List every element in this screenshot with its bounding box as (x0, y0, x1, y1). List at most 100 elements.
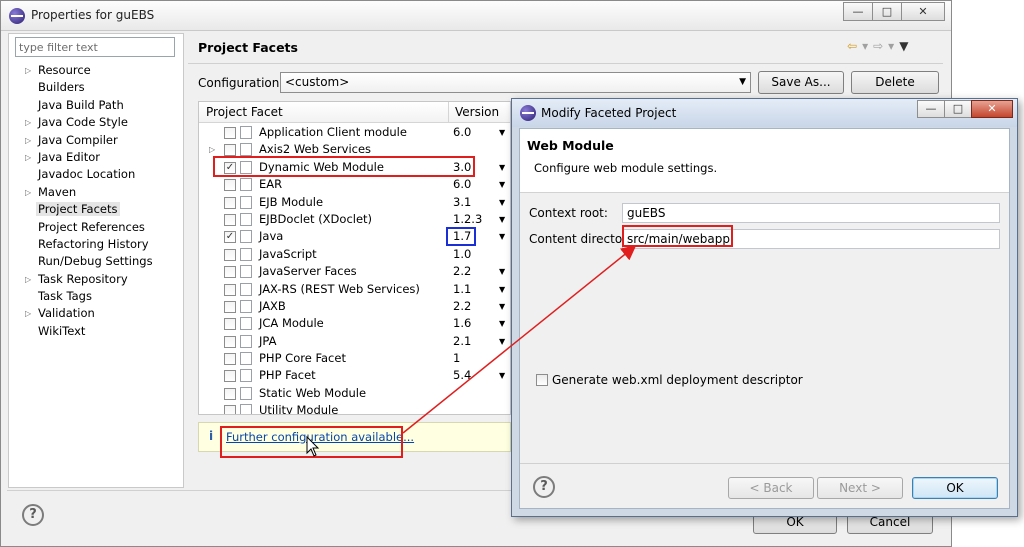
facet-checkbox[interactable] (224, 144, 236, 157)
facet-checkbox[interactable] (224, 387, 236, 400)
facet-checkbox[interactable] (224, 318, 236, 331)
facet-checkbox[interactable] (224, 370, 236, 383)
expand-arrow-icon[interactable]: ▷ (25, 271, 31, 288)
chevron-down-icon[interactable]: ▼ (499, 159, 505, 176)
facet-checkbox[interactable] (224, 300, 236, 313)
facet-checkbox[interactable] (224, 196, 236, 209)
dialog-maximize-button[interactable]: □ (944, 100, 972, 118)
nav-item[interactable]: ▷ Validation (9, 305, 185, 322)
chevron-down-icon[interactable]: ▼ (499, 367, 505, 384)
column-header-facet[interactable]: Project Facet (206, 105, 283, 119)
filter-input[interactable] (15, 37, 175, 57)
expand-arrow-icon[interactable]: ▷ (25, 305, 31, 322)
configuration-select[interactable]: <custom> ▼ (280, 72, 751, 93)
nav-item[interactable]: Java Build Path (9, 97, 185, 114)
nav-item[interactable]: Project References (9, 219, 185, 236)
facet-checkbox[interactable] (224, 179, 236, 192)
expand-arrow-icon[interactable]: ▷ (25, 62, 31, 79)
chevron-down-icon[interactable]: ▾ (888, 39, 894, 53)
nav-item[interactable]: ▷ Resource (9, 62, 185, 79)
table-row[interactable]: JavaScript 1.0 (199, 246, 510, 263)
chevron-down-icon[interactable]: ▼ (499, 124, 505, 141)
table-row[interactable]: EJBDoclet (XDoclet) 1.2.3 ▼ (199, 211, 510, 228)
back-button[interactable]: < Back (728, 477, 814, 499)
expand-arrow-icon[interactable]: ▷ (25, 184, 31, 201)
facet-version[interactable]: 6.0 (453, 176, 471, 193)
table-row[interactable]: JCA Module 1.6 ▼ (199, 315, 510, 332)
facet-checkbox[interactable] (224, 213, 236, 226)
table-row[interactable]: EJB Module 3.1 ▼ (199, 194, 510, 211)
chevron-down-icon[interactable]: ▼ (499, 228, 505, 245)
table-row[interactable]: JAX-RS (REST Web Services) 1.1 ▼ (199, 281, 510, 298)
maximize-button[interactable]: □ (872, 2, 902, 21)
help-icon[interactable]: ? (533, 476, 555, 498)
facet-checkbox[interactable] (224, 283, 236, 296)
table-row[interactable]: JPA 2.1 ▼ (199, 333, 510, 350)
facet-checkbox[interactable] (224, 127, 236, 139)
back-arrow-icon[interactable]: ⇦ (847, 39, 857, 53)
nav-item[interactable]: WikiText (9, 323, 185, 340)
table-row[interactable]: Static Web Module (199, 385, 510, 402)
table-row[interactable]: JAXB 2.2 ▼ (199, 298, 510, 315)
help-icon[interactable]: ? (22, 504, 44, 526)
column-header-version[interactable]: Version (455, 105, 499, 119)
forward-arrow-icon[interactable]: ⇨ (873, 39, 883, 53)
chevron-down-icon[interactable]: ▼ (499, 281, 505, 298)
facet-version[interactable]: 5.4 (453, 367, 471, 384)
nav-item[interactable]: Task Tags (9, 288, 185, 305)
table-row[interactable]: EAR 6.0 ▼ (199, 176, 510, 193)
table-row[interactable]: Utility Module (199, 402, 510, 414)
facet-version[interactable]: 1.6 (453, 315, 471, 332)
facet-version[interactable]: 2.2 (453, 298, 471, 315)
chevron-down-icon[interactable]: ▼ (499, 194, 505, 211)
chevron-down-icon[interactable]: ▼ (499, 333, 505, 350)
save-as-button[interactable]: Save As... (758, 71, 844, 94)
table-row[interactable]: Application Client module 6.0 ▼ (199, 124, 510, 141)
chevron-down-icon[interactable]: ▼ (499, 298, 505, 315)
facet-checkbox[interactable] (224, 266, 236, 279)
facet-version[interactable]: 6.0 (453, 124, 471, 141)
facet-checkbox[interactable] (224, 335, 236, 348)
table-row[interactable]: PHP Core Facet 1 (199, 350, 510, 367)
nav-item[interactable]: Run/Debug Settings (9, 253, 185, 270)
facet-checkbox[interactable] (224, 248, 236, 261)
generate-descriptor-checkbox[interactable] (536, 374, 548, 386)
chevron-down-icon[interactable]: ▾ (862, 39, 868, 53)
nav-item[interactable]: ▷ Java Code Style (9, 114, 185, 131)
nav-item[interactable]: Project Facets (9, 201, 185, 218)
table-row[interactable]: PHP Facet 5.4 ▼ (199, 367, 510, 384)
chevron-down-icon[interactable]: ▼ (499, 211, 505, 228)
chevron-down-icon[interactable]: ▼ (499, 315, 505, 332)
close-button[interactable]: ✕ (901, 2, 945, 21)
context-root-input[interactable] (622, 203, 1000, 223)
facet-version[interactable]: 1.0 (453, 246, 471, 263)
facet-checkbox[interactable] (224, 405, 236, 414)
facet-version[interactable]: 2.1 (453, 333, 471, 350)
minimize-button[interactable]: — (843, 2, 873, 21)
nav-item[interactable]: ▷ Maven (9, 184, 185, 201)
facet-version[interactable]: 3.1 (453, 194, 471, 211)
dialog-close-button[interactable]: ✕ (971, 100, 1013, 118)
chevron-down-icon[interactable]: ▼ (499, 176, 505, 193)
facet-version[interactable]: 1.2.3 (453, 211, 482, 228)
nav-item[interactable]: Javadoc Location (9, 166, 185, 183)
view-menu-icon[interactable]: ▼ (899, 39, 908, 53)
chevron-down-icon[interactable]: ▼ (499, 263, 505, 280)
expand-arrow-icon[interactable]: ▷ (25, 114, 31, 131)
expand-arrow-icon[interactable]: ▷ (25, 132, 31, 149)
nav-item[interactable]: Builders (9, 79, 185, 96)
facet-version[interactable]: 1.1 (453, 281, 471, 298)
next-button[interactable]: Next > (817, 477, 903, 499)
dialog-ok-button[interactable]: OK (912, 477, 998, 499)
nav-item[interactable]: ▷ Task Repository (9, 271, 185, 288)
facet-version[interactable]: 1 (453, 350, 460, 367)
nav-item[interactable]: Refactoring History (9, 236, 185, 253)
table-row[interactable]: JavaServer Faces 2.2 ▼ (199, 263, 510, 280)
facet-checkbox[interactable]: ✓ (224, 231, 236, 244)
nav-item[interactable]: ▷ Java Editor (9, 149, 185, 166)
nav-item[interactable]: ▷ Java Compiler (9, 132, 185, 149)
facet-version[interactable]: 2.2 (453, 263, 471, 280)
facet-checkbox[interactable] (224, 353, 236, 366)
delete-button[interactable]: Delete (851, 71, 939, 94)
dialog-minimize-button[interactable]: — (917, 100, 945, 118)
